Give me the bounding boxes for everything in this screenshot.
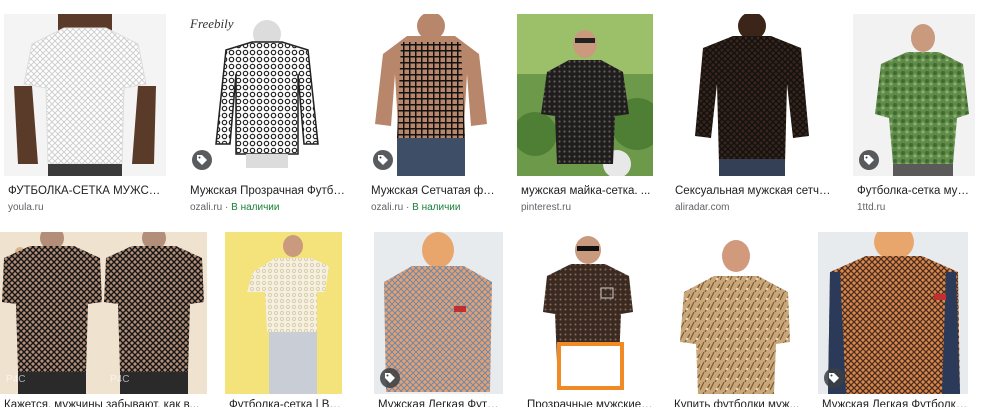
thumbnail-image [517,14,653,176]
tag-icon [864,155,874,165]
result-title[interactable]: мужская майка-сетка. ... [521,184,653,198]
source-domain: pinterest.ru [521,202,572,213]
result-card[interactable]: Мужская Легкая Футболка Бе... [818,232,968,407]
result-thumbnail[interactable] [374,232,503,394]
result-card[interactable]: Купить футболки муж... [670,232,800,407]
tag-icon [385,373,395,383]
result-card[interactable]: P4C P4C Кажется, мужчины забывают, как в… [0,232,207,407]
result-title[interactable]: Кажется, мужчины забывают, как в... [4,398,207,407]
tag-icon [378,155,388,165]
result-thumbnail[interactable]: P4C P4C [0,232,207,394]
result-card[interactable]: мужская майка-сетка. ... pinterest.ru [517,14,653,214]
result-source[interactable]: ozali.ru · В наличии [371,202,496,214]
result-title[interactable]: Купить футболки муж... [674,398,800,407]
result-thumbnail[interactable] [818,232,968,394]
result-thumbnail[interactable] [670,232,800,394]
tag-icon [829,373,839,383]
shopping-tag-badge [380,368,400,388]
in-stock-label: В наличии [412,202,461,213]
source-domain: 1ttd.ru [857,202,886,213]
result-title[interactable]: Мужская Легкая Футболка... [378,398,503,407]
thumbnail-image [671,14,833,176]
result-title[interactable]: ФУТБОЛКА-СЕТКА МУЖСКАЯ... [8,184,166,198]
result-source[interactable]: youla.ru [8,202,166,214]
result-card[interactable]: Freebily Мужская Прозрачная Футболка... … [186,14,348,214]
result-title[interactable]: Футболка-сетка | Вязание... [229,398,342,407]
shopping-tag-badge [859,150,879,170]
result-card[interactable]: Сексуальная мужская сетчатая... aliradar… [671,14,833,214]
result-card[interactable]: Футболка-сетка | Вязание... [225,232,342,407]
thumbnail-image [670,232,800,394]
shopping-tag-badge [824,368,844,388]
result-card[interactable]: Мужская Сетчатая футболка... ozali.ru · … [367,14,496,214]
result-thumbnail[interactable] [853,14,975,176]
result-title[interactable]: Мужская Прозрачная Футболка... [190,184,348,198]
result-thumbnail[interactable] [367,14,496,176]
image-results-grid: ФУТБОЛКА-СЕТКА МУЖСКАЯ... youla.ru Freeb… [0,0,997,407]
svg-text:Freebily: Freebily [189,16,234,31]
highlight-box [557,342,624,390]
result-source[interactable]: aliradar.com [675,202,833,214]
source-domain: aliradar.com [675,202,730,213]
result-thumbnail[interactable] [517,14,653,176]
result-title[interactable]: Сексуальная мужская сетчатая... [675,184,833,198]
svg-text:P4C: P4C [110,374,129,385]
result-card[interactable]: Мужская Легкая Футболка... [374,232,503,407]
thumbnail-image [4,14,166,176]
source-domain: ozali.ru [190,202,223,213]
svg-text:P4C: P4C [6,374,25,385]
source-domain: ozali.ru [371,202,404,213]
result-card[interactable]: Футболка-сетка мужская... 1ttd.ru [853,14,975,214]
thumbnail-image [225,232,342,394]
result-thumbnail[interactable] [671,14,833,176]
result-source[interactable]: ozali.ru · В наличии [190,202,348,214]
source-separator: · [403,202,413,213]
result-title[interactable]: Футболка-сетка мужская... [857,184,975,198]
result-thumbnail[interactable]: Freebily [186,14,348,176]
shopping-tag-badge [192,150,212,170]
source-separator: · [222,202,232,213]
result-card[interactable]: ФУТБОЛКА-СЕТКА МУЖСКАЯ... youla.ru [4,14,166,214]
source-domain: youla.ru [8,202,44,213]
thumbnail-image: Freebily [186,14,348,176]
result-thumbnail[interactable] [225,232,342,394]
result-thumbnail[interactable] [4,14,166,176]
result-title[interactable]: Прозрачные мужские футболки... [527,398,653,407]
result-title[interactable]: Мужская Легкая Футболка Бе... [822,398,968,407]
tag-icon [197,155,207,165]
shopping-tag-badge [373,150,393,170]
result-source[interactable]: pinterest.ru [521,202,653,214]
thumbnail-image: P4C P4C [0,232,207,394]
result-source[interactable]: 1ttd.ru [857,202,975,214]
result-title[interactable]: Мужская Сетчатая футболка... [371,184,496,198]
in-stock-label: В наличии [231,202,280,213]
